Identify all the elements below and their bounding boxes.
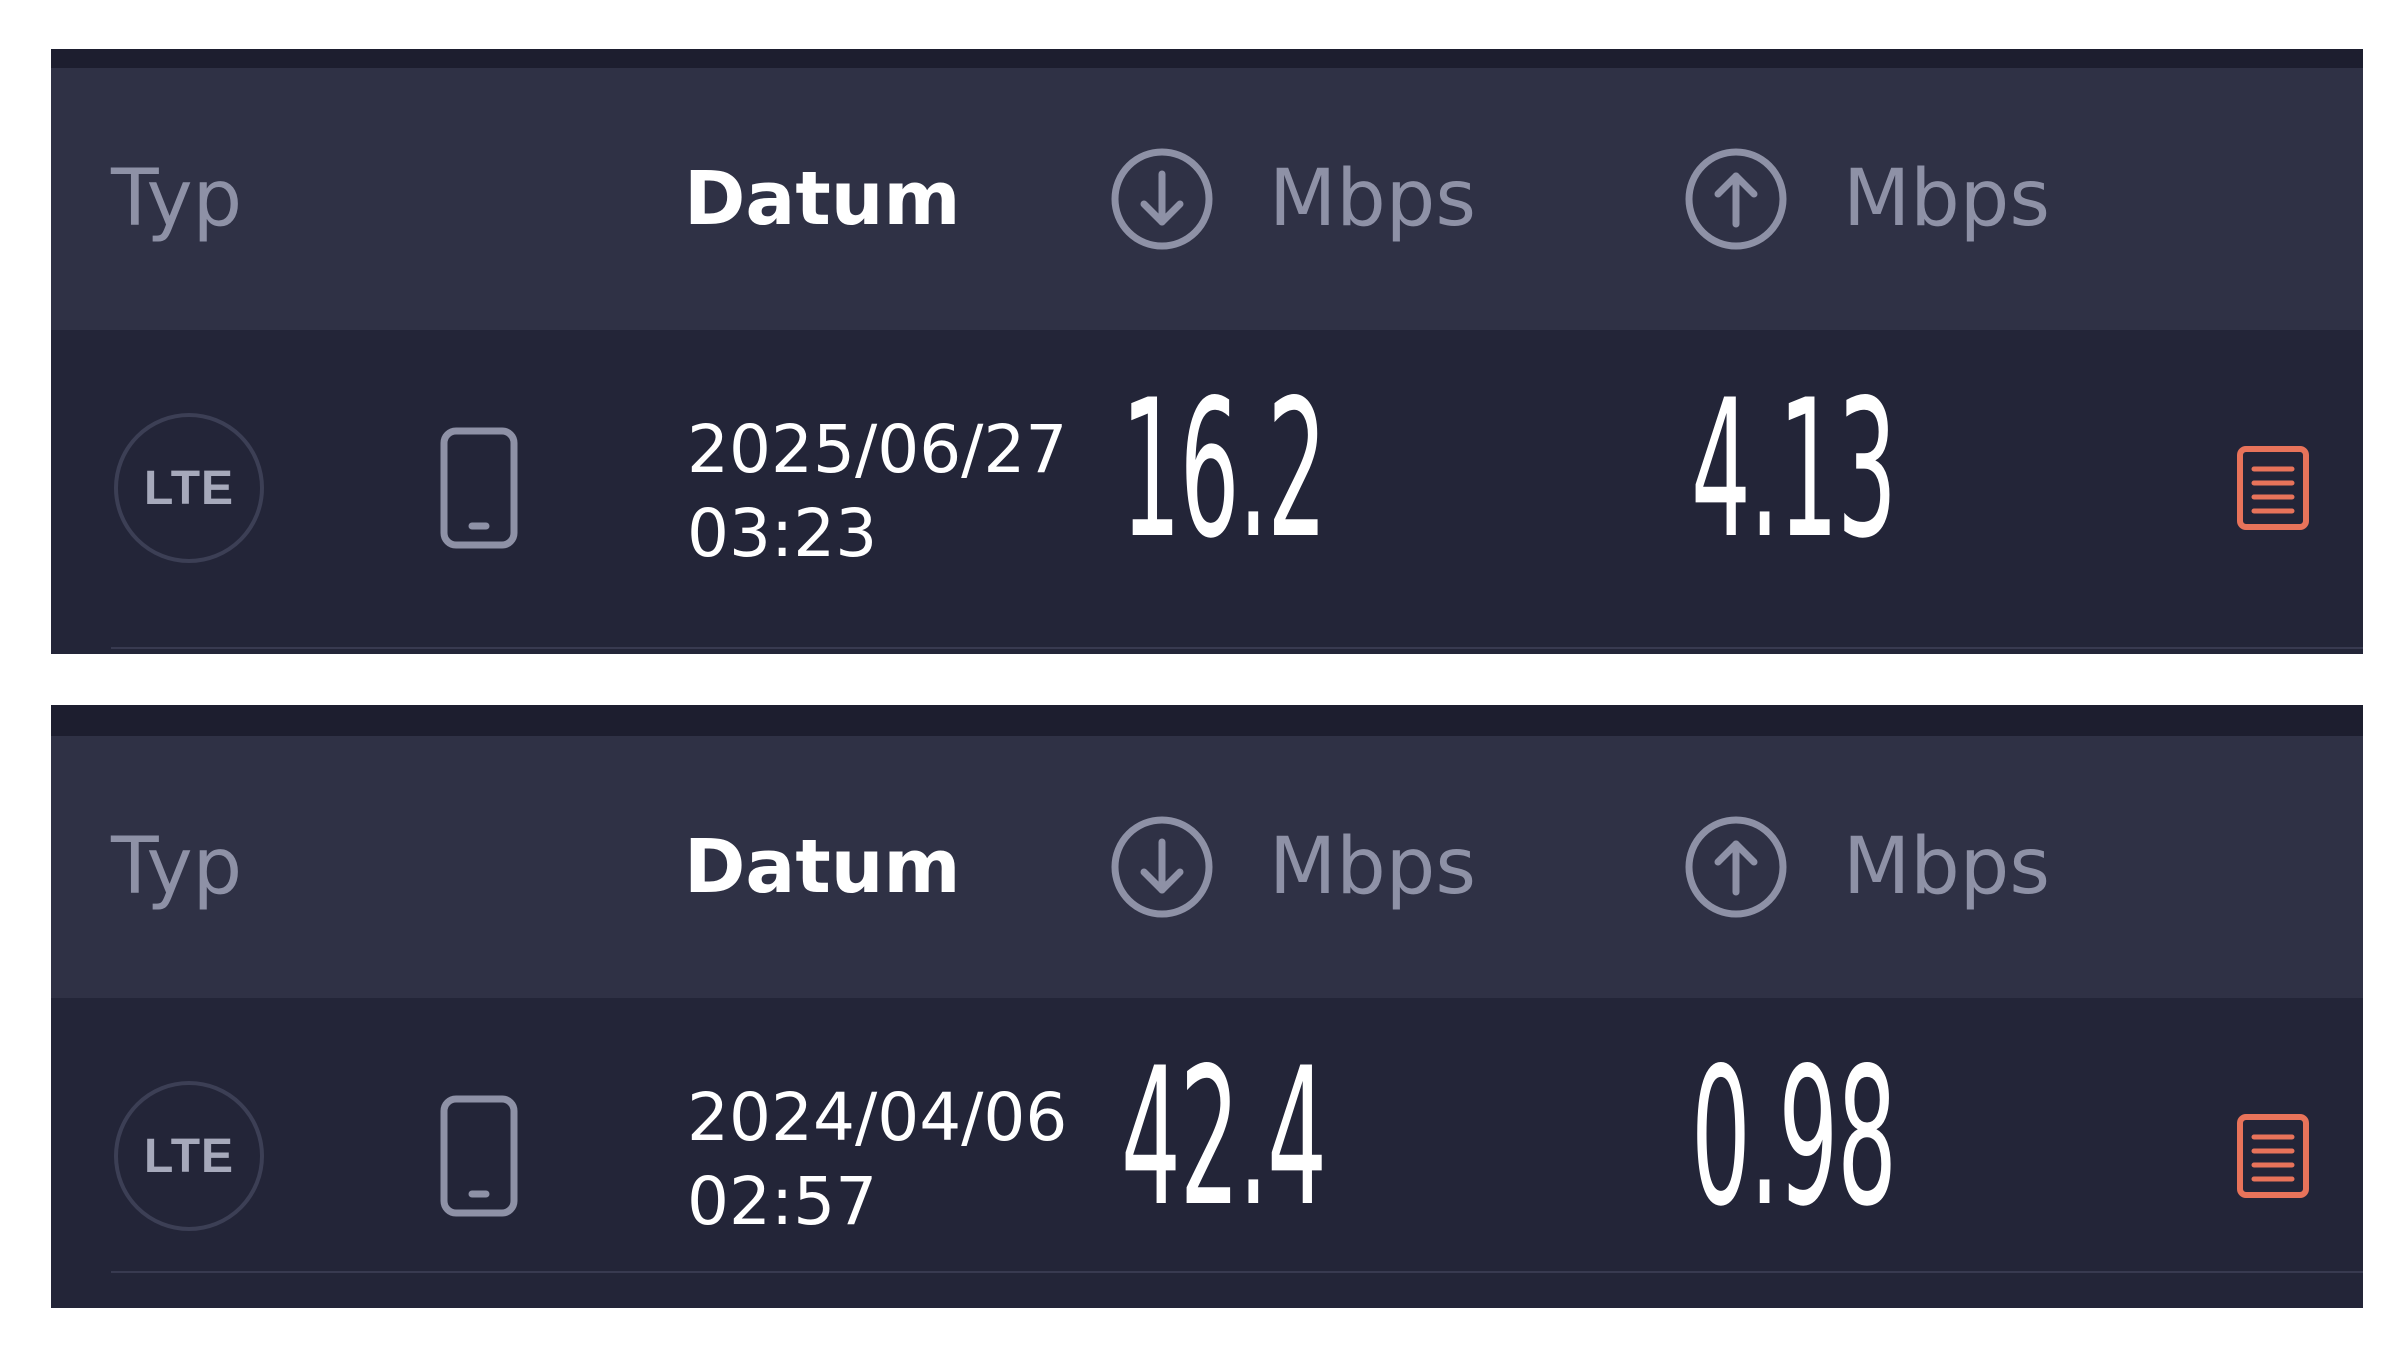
result-time: 02:57 — [687, 1163, 878, 1240]
report-document-icon[interactable] — [2236, 445, 2310, 531]
smartphone-icon — [439, 426, 519, 550]
connection-type-badge: LTE — [114, 413, 264, 563]
arrow-up-circle-icon[interactable] — [1683, 814, 1789, 920]
results-header: Typ Datum Mbps Mbps — [51, 736, 2363, 998]
results-header: Typ Datum Mbps Mbps — [51, 68, 2363, 330]
result-date: 2025/06/27 — [687, 411, 1068, 488]
arrow-up-circle-icon[interactable] — [1683, 146, 1789, 252]
download-speed-value: 42.4 — [1121, 1027, 1327, 1248]
column-header-download-unit[interactable]: Mbps — [1269, 820, 1476, 914]
column-header-date[interactable]: Datum — [684, 152, 961, 246]
upload-speed-value: 4.13 — [1691, 359, 1897, 580]
result-row[interactable]: LTE 2024/04/06 02:57 42.4 0.98 — [51, 998, 2363, 1308]
arrow-down-circle-icon[interactable] — [1109, 146, 1215, 252]
column-header-type[interactable]: Typ — [111, 152, 242, 246]
row-divider — [111, 647, 2363, 649]
column-header-date[interactable]: Datum — [684, 820, 961, 914]
arrow-down-circle-icon[interactable] — [1109, 814, 1215, 920]
download-speed-value: 16.2 — [1121, 359, 1327, 580]
row-divider — [111, 1271, 2363, 1273]
result-time: 03:23 — [687, 495, 878, 572]
top-bar — [51, 705, 2363, 736]
column-header-upload-unit[interactable]: Mbps — [1843, 152, 2050, 246]
results-panel: Typ Datum Mbps Mbps LTE 2025/06/27 03:23… — [51, 49, 2363, 654]
result-row[interactable]: LTE 2025/06/27 03:23 16.2 4.13 — [51, 330, 2363, 650]
results-panel: Typ Datum Mbps Mbps LTE 2024/04/06 02:57… — [51, 705, 2363, 1308]
top-bar — [51, 49, 2363, 68]
upload-speed-value: 0.98 — [1691, 1027, 1897, 1248]
connection-type-badge: LTE — [114, 1081, 264, 1231]
column-header-upload-unit[interactable]: Mbps — [1843, 820, 2050, 914]
column-header-type[interactable]: Typ — [111, 820, 242, 914]
column-header-download-unit[interactable]: Mbps — [1269, 152, 1476, 246]
smartphone-icon — [439, 1094, 519, 1218]
result-date: 2024/04/06 — [687, 1079, 1068, 1156]
report-document-icon[interactable] — [2236, 1113, 2310, 1199]
